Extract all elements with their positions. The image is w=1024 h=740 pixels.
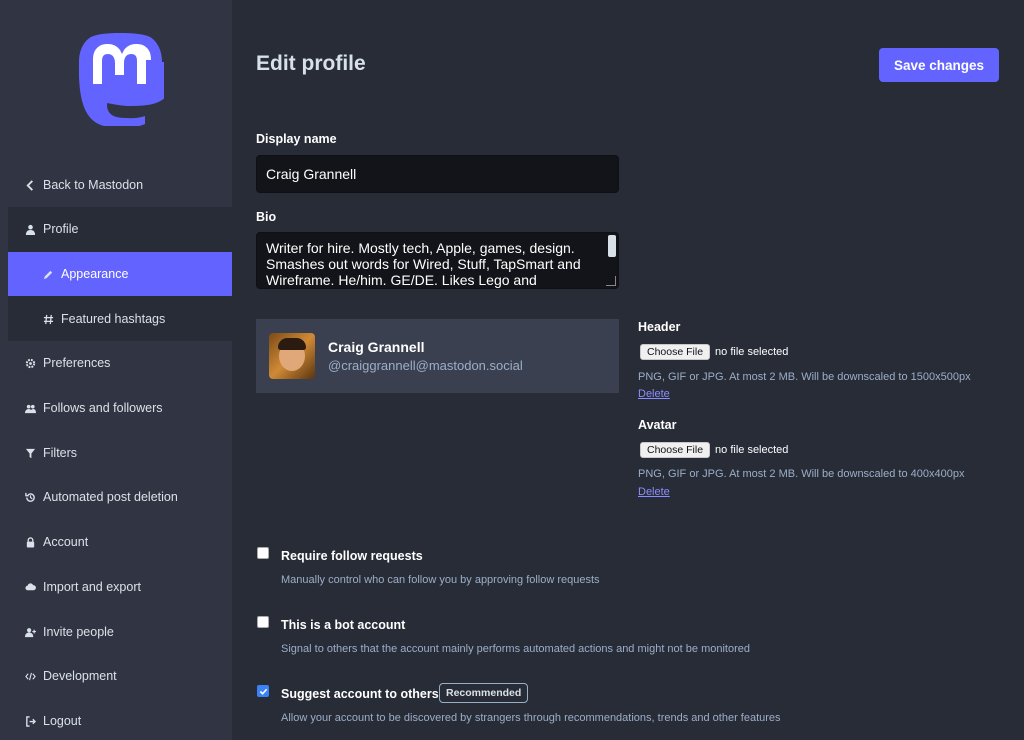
sidebar-item-label: Preferences: [43, 356, 111, 370]
sidebar-item-automated-deletion[interactable]: Automated post deletion: [8, 475, 232, 519]
header-file-status: no file selected: [715, 346, 789, 358]
sidebar-item-featured-hashtags[interactable]: Featured hashtags: [8, 297, 232, 341]
sidebar-item-label: Development: [43, 669, 117, 683]
avatar-file-input: Choose File no file selected: [640, 442, 788, 458]
sidebar-item-label: Logout: [43, 714, 82, 728]
avatar: [269, 333, 315, 379]
sidebar-item-logout[interactable]: Logout: [8, 699, 232, 740]
sidebar-item-back[interactable]: Back to Mastodon: [8, 163, 232, 207]
sidebar-item-follows[interactable]: Follows and followers: [8, 386, 232, 430]
sidebar-item-label: Invite people: [43, 625, 114, 639]
sidebar-item-preferences[interactable]: Preferences: [8, 341, 232, 385]
cloud-download-icon: [24, 581, 36, 593]
bio-text: Writer for hire. Mostly tech, Apple, gam…: [266, 240, 581, 288]
avatar-choose-file-button[interactable]: Choose File: [640, 442, 711, 458]
bio-label: Bio: [256, 210, 277, 224]
sidebar-item-label: Profile: [43, 222, 79, 236]
history-icon: [24, 491, 36, 503]
bot-account-checkbox[interactable]: [257, 616, 269, 628]
profile-preview-card: Craig Grannell @craiggrannell@mastodon.s…: [256, 319, 619, 393]
header-delete-link[interactable]: Delete: [638, 388, 670, 400]
bio-scrollbar[interactable]: [608, 235, 616, 257]
sidebar-item-label: Featured hashtags: [61, 312, 166, 326]
users-icon: [24, 402, 36, 414]
recommended-badge: Recommended: [439, 683, 529, 703]
sign-out-icon: [24, 715, 36, 727]
suggest-account-checkbox[interactable]: [257, 685, 269, 697]
mastodon-logo[interactable]: [76, 32, 164, 126]
avatar-delete-link[interactable]: Delete: [638, 486, 670, 498]
sidebar: Back to Mastodon Profile Appearance Feat…: [0, 0, 232, 740]
header-label: Header: [638, 320, 681, 334]
avatar-file-status: no file selected: [715, 444, 789, 456]
page-title: Edit profile: [256, 52, 366, 75]
resize-handle-icon[interactable]: [606, 276, 616, 286]
option-title: Suggest account to others: [281, 687, 439, 701]
sidebar-item-appearance[interactable]: Appearance: [8, 252, 232, 296]
sidebar-item-label: Follows and followers: [43, 401, 163, 415]
option-title: This is a bot account: [281, 618, 406, 632]
header-hint: PNG, GIF or JPG. At most 2 MB. Will be d…: [638, 371, 971, 383]
sidebar-item-profile[interactable]: Profile: [8, 207, 232, 251]
save-button[interactable]: Save changes: [879, 48, 999, 82]
profile-handle: @craiggrannell@mastodon.social: [328, 358, 523, 373]
user-icon: [24, 223, 36, 235]
sidebar-item-label: Appearance: [61, 267, 129, 281]
sidebar-item-label: Back to Mastodon: [43, 178, 144, 192]
sidebar-item-development[interactable]: Development: [8, 654, 232, 698]
gear-icon: [24, 357, 36, 369]
option-description: Signal to others that the account mainly…: [281, 643, 750, 655]
sidebar-item-account[interactable]: Account: [8, 520, 232, 564]
avatar-label: Avatar: [638, 418, 677, 432]
bio-field[interactable]: Writer for hire. Mostly tech, Apple, gam…: [256, 232, 619, 289]
display-name-field[interactable]: [256, 155, 619, 193]
sidebar-item-filters[interactable]: Filters: [8, 431, 232, 475]
checkmark-icon[interactable]: [257, 685, 269, 697]
sidebar-item-invite[interactable]: Invite people: [8, 610, 232, 654]
avatar-hint: PNG, GIF or JPG. At most 2 MB. Will be d…: [638, 468, 965, 480]
checkbox-unchecked[interactable]: [257, 616, 269, 628]
user-plus-icon: [24, 626, 36, 638]
header-file-input: Choose File no file selected: [640, 344, 788, 360]
require-follow-requests-checkbox[interactable]: [257, 547, 269, 559]
option-description: Manually control who can follow you by a…: [281, 574, 600, 586]
checkbox-unchecked[interactable]: [257, 547, 269, 559]
sidebar-item-label: Account: [43, 535, 89, 549]
lock-icon: [24, 536, 36, 548]
sidebar-item-label: Filters: [43, 446, 78, 460]
sidebar-item-import-export[interactable]: Import and export: [8, 565, 232, 609]
filter-icon: [24, 447, 36, 459]
hashtag-icon: [42, 313, 54, 325]
profile-display-name: Craig Grannell: [328, 339, 425, 355]
option-title: Require follow requests: [281, 549, 423, 563]
code-icon: [24, 670, 36, 682]
display-name-label: Display name: [256, 132, 337, 146]
header-choose-file-button[interactable]: Choose File: [640, 344, 711, 360]
chevron-left-icon: [24, 179, 36, 191]
sidebar-item-label: Import and export: [43, 580, 141, 594]
pencil-icon: [42, 268, 54, 280]
option-description: Allow your account to be discovered by s…: [281, 712, 781, 724]
sidebar-item-label: Automated post deletion: [43, 490, 178, 504]
